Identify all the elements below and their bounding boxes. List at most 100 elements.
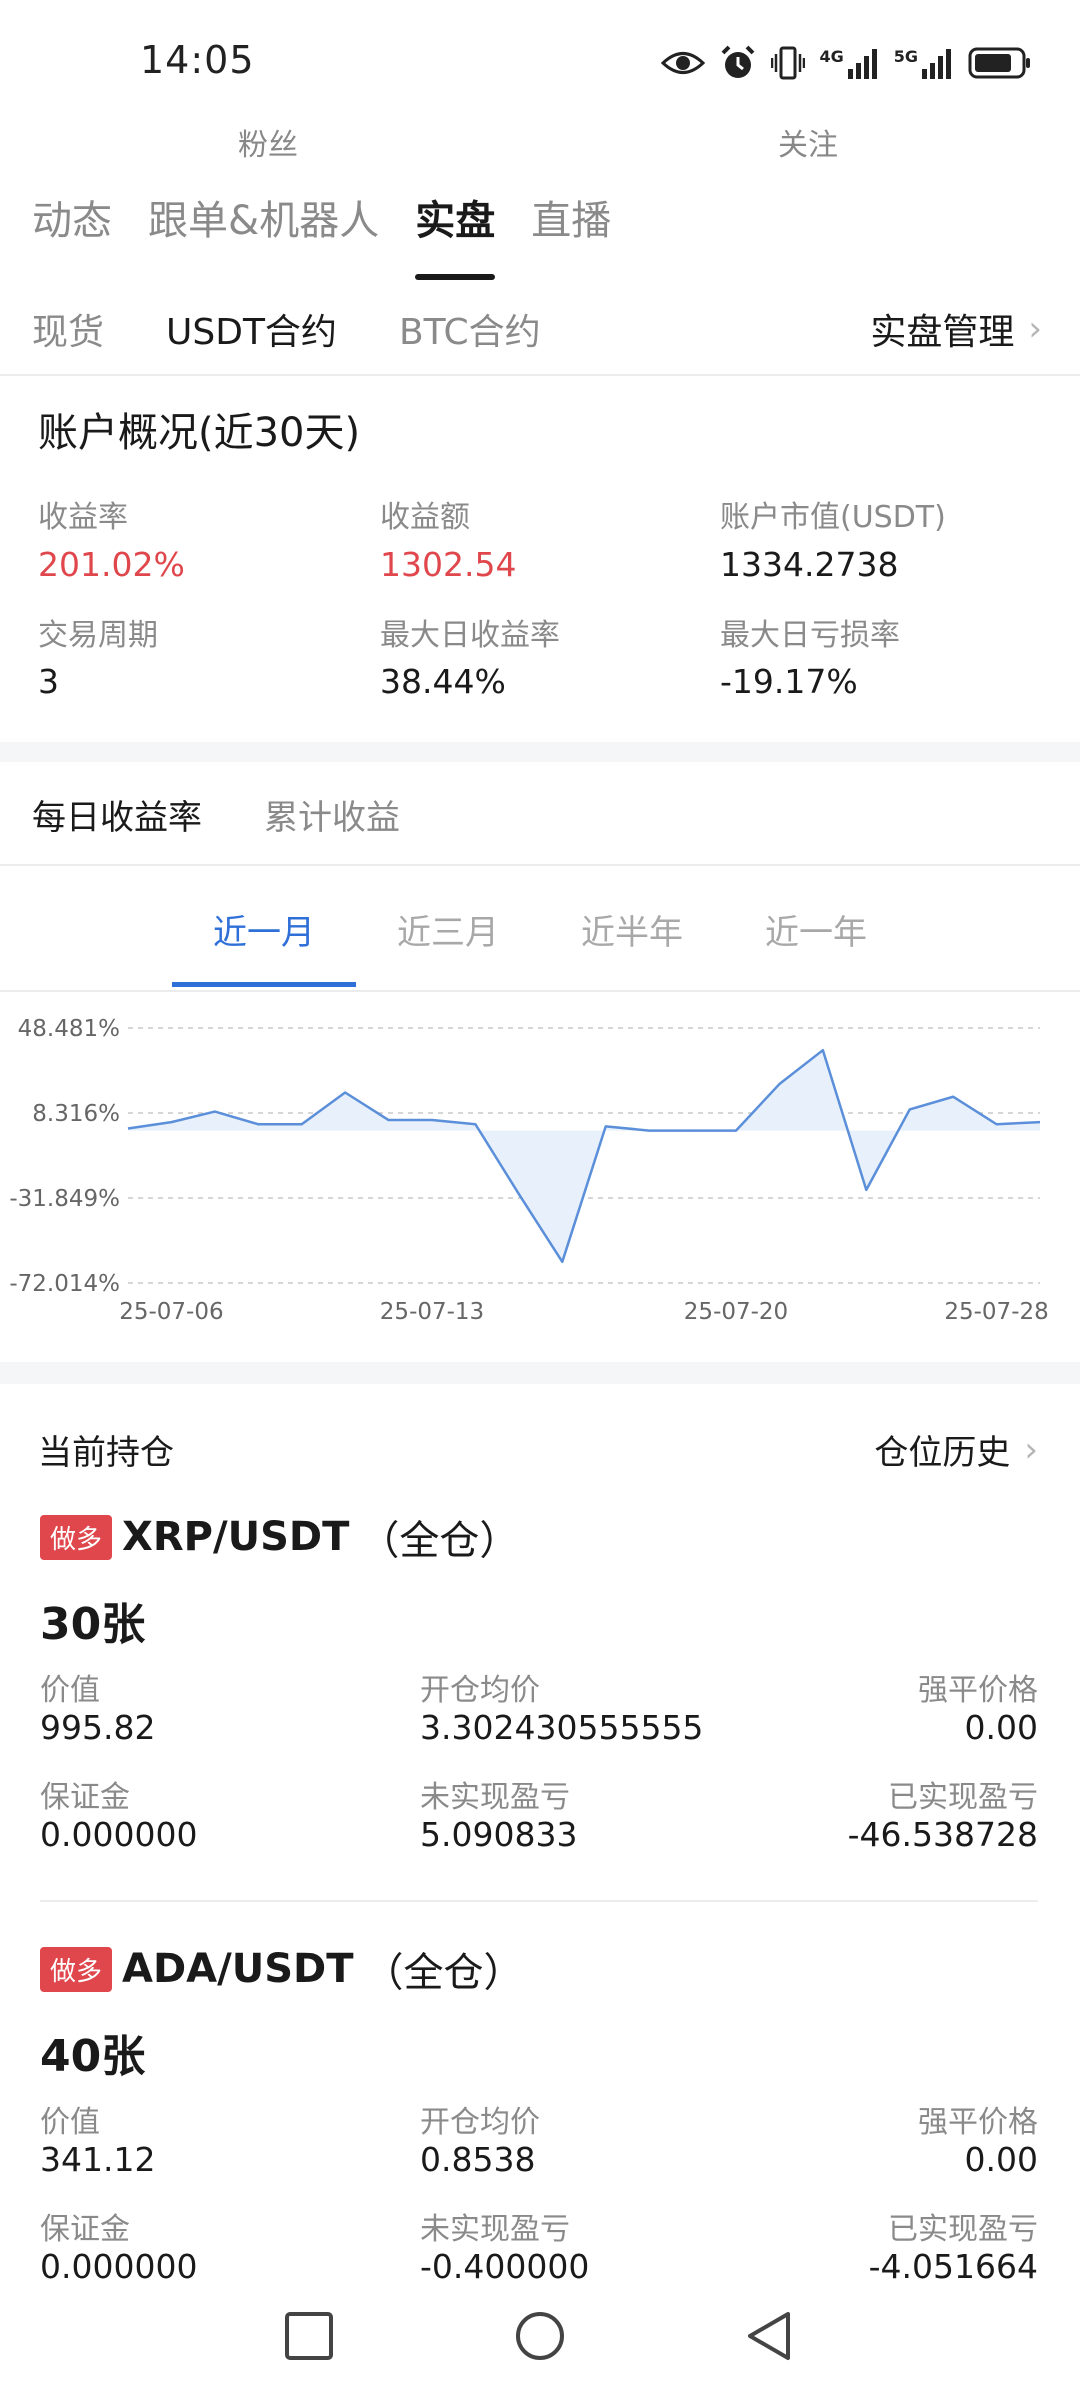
- divider: [0, 864, 1080, 866]
- alarm-icon: [722, 45, 755, 78]
- y-tick-label: -31.849%: [9, 1186, 120, 1212]
- field-value-unrealized-pnl: -0.400000: [420, 2247, 590, 2286]
- chart-tabs: 每日收益率 累计收益: [32, 790, 400, 839]
- positions-title: 当前持仓: [38, 1433, 174, 1473]
- field-value-realized-pnl: -4.051664: [868, 2247, 1038, 2286]
- tab-cumulative-profit[interactable]: 累计收益: [264, 790, 400, 839]
- data-point: [169, 1120, 173, 1124]
- field-label-liq-price: 强平价格: [918, 1673, 1038, 1708]
- metric-value-trade-cycle: 3: [38, 662, 59, 701]
- y-tick-label: 8.316%: [32, 1101, 120, 1127]
- section-separator: [0, 1362, 1080, 1384]
- position-history-link[interactable]: 仓位历史 ›: [874, 1425, 1038, 1474]
- data-point: [387, 1118, 391, 1122]
- long-badge: 做多: [40, 1946, 113, 1992]
- following-label: 关注: [778, 128, 838, 163]
- tab-spot[interactable]: 现货: [32, 303, 104, 355]
- y-tick-label: 48.481%: [18, 1016, 120, 1042]
- data-point: [647, 1129, 651, 1133]
- range-tab-6m[interactable]: 近半年: [540, 905, 724, 954]
- tab-livestream[interactable]: 直播: [531, 188, 611, 280]
- tab-copy-trading-bots[interactable]: 跟单&机器人: [148, 188, 379, 280]
- margin-mode: （全仓）: [359, 1518, 520, 1564]
- tab-live-trading[interactable]: 实盘: [415, 188, 496, 280]
- position-pair: ADA/USDT: [122, 1946, 354, 1992]
- main-tabs: 动态 跟单&机器人 实盘 直播: [32, 188, 611, 280]
- back-triangle-icon[interactable]: [744, 2310, 796, 2362]
- x-tick-label: 25-07-06: [119, 1299, 223, 1325]
- position-card-ada[interactable]: 做多 ADA/USDT （全仓）: [40, 1940, 524, 1998]
- data-point: [517, 1192, 521, 1196]
- field-label-margin: 保证金: [40, 1780, 130, 1815]
- x-tick-label: 25-07-20: [684, 1299, 788, 1325]
- long-badge: 做多: [40, 1514, 113, 1560]
- manage-label: 实盘管理: [870, 312, 1015, 353]
- divider: [0, 374, 1080, 376]
- metric-value-return-rate: 201.02%: [38, 545, 185, 584]
- position-quantity: 30张: [40, 1599, 146, 1650]
- metric-value-max-daily-loss: -19.17%: [720, 662, 858, 701]
- field-value-value: 995.82: [40, 1708, 156, 1747]
- metric-label-return-rate: 收益率: [38, 500, 128, 535]
- field-value-liq-price: 0.00: [964, 1708, 1038, 1747]
- tab-dynamics[interactable]: 动态: [32, 188, 112, 280]
- data-point: [256, 1122, 260, 1126]
- field-label-margin: 保证金: [40, 2212, 130, 2247]
- overview-title: 账户概况(近30天): [38, 410, 361, 456]
- data-point: [213, 1110, 217, 1114]
- data-point: [734, 1129, 738, 1133]
- divider: [40, 1900, 1038, 1902]
- position-pair: XRP/USDT: [122, 1514, 350, 1560]
- range-tab-1m[interactable]: 近一月: [172, 905, 356, 954]
- status-time: 14:05: [140, 38, 255, 82]
- field-value-unrealized-pnl: 5.090833: [420, 1815, 578, 1854]
- field-label-realized-pnl: 已实现盈亏: [888, 1780, 1038, 1815]
- range-tab-1y[interactable]: 近一年: [724, 905, 908, 954]
- vibrate-icon: [771, 46, 806, 80]
- field-value-entry-price: 0.8538: [420, 2140, 536, 2179]
- chevron-right-icon: ›: [1024, 1429, 1038, 1470]
- x-tick-label: 25-07-13: [380, 1299, 484, 1325]
- metric-value-account-value: 1334.2738: [720, 545, 899, 584]
- data-point: [604, 1124, 608, 1128]
- data-point: [691, 1129, 695, 1133]
- field-label-unrealized-pnl: 未实现盈亏: [420, 2212, 570, 2247]
- live-trading-manage-link[interactable]: 实盘管理 ›: [870, 303, 1042, 355]
- position-quantity: 40张: [40, 2031, 146, 2082]
- divider: [0, 990, 1080, 992]
- tab-usdt-futures[interactable]: USDT合约: [166, 303, 337, 355]
- 4g-signal-icon: 4G: [819, 47, 879, 79]
- range-tab-3m[interactable]: 近三月: [356, 905, 540, 954]
- home-circle-icon[interactable]: [514, 2310, 566, 2362]
- daily-return-chart: 48.481% 8.316% -31.849% -72.014%25-07-06 25-…: [9, 1016, 1048, 1325]
- field-value-liq-price: 0.00: [964, 2140, 1038, 2179]
- field-label-liq-price: 强平价格: [918, 2105, 1038, 2140]
- metric-value-profit: 1302.54: [380, 545, 517, 584]
- metric-label-max-daily-loss: 最大日亏损率: [720, 618, 900, 653]
- data-point: [777, 1082, 781, 1086]
- metric-label-account-value: 账户市值(USDT): [720, 500, 946, 535]
- data-point: [864, 1188, 868, 1192]
- position-card-xrp[interactable]: 做多 XRP/USDT （全仓）: [40, 1508, 519, 1566]
- metric-label-max-daily-gain: 最大日收益率: [380, 618, 560, 653]
- data-point: [126, 1126, 130, 1130]
- followers-label: 粉丝: [238, 128, 298, 163]
- position-history-label: 仓位历史: [874, 1433, 1011, 1473]
- field-label-entry-price: 开仓均价: [420, 1673, 540, 1708]
- data-point: [821, 1048, 825, 1052]
- metric-label-profit: 收益额: [380, 500, 470, 535]
- data-point: [343, 1091, 347, 1095]
- eye-icon: [661, 52, 706, 74]
- field-value-margin: 0.000000: [40, 1815, 198, 1854]
- metric-label-trade-cycle: 交易周期: [38, 618, 158, 653]
- data-point: [473, 1122, 477, 1126]
- data-point: [300, 1122, 304, 1126]
- tab-daily-return[interactable]: 每日收益率: [32, 790, 202, 839]
- margin-mode: （全仓）: [363, 1950, 524, 1996]
- tab-btc-futures[interactable]: BTC合约: [399, 303, 541, 355]
- field-label-entry-price: 开仓均价: [420, 2105, 540, 2140]
- range-tab-indicator: [172, 982, 356, 987]
- data-point: [995, 1122, 999, 1126]
- field-value-margin: 0.000000: [40, 2247, 198, 2286]
- recents-square-icon[interactable]: [283, 2310, 335, 2362]
